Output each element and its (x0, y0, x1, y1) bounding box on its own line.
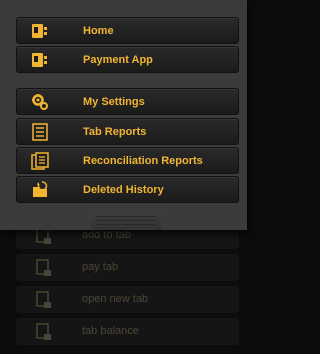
report-icon (32, 123, 48, 141)
menu-item-label: Reconciliation Reports (83, 155, 203, 167)
tab-balance-button[interactable]: tab balance (16, 318, 239, 345)
deleted-history-icon (33, 181, 48, 197)
handle-grip-line (96, 220, 156, 221)
menu-item-home[interactable]: Home (16, 17, 239, 44)
menu-item-tab-reports[interactable]: Tab Reports (16, 118, 239, 145)
pay-tab-button[interactable]: pay tab (16, 254, 239, 281)
menu-item-payment-app[interactable]: Payment App (16, 46, 239, 73)
tab-balance-icon (36, 323, 51, 340)
menu-item-label: Home (83, 25, 114, 37)
settings-icon (32, 94, 48, 110)
menu-item-deleted-history[interactable]: Deleted History (16, 176, 239, 203)
open-tab-icon (36, 291, 51, 308)
menu-item-label: Payment App (83, 54, 153, 66)
menu-item-label: Deleted History (83, 184, 164, 196)
reconciliation-report-icon (31, 152, 49, 170)
pay-tab-label: pay tab (82, 261, 119, 273)
handle-grip-line (96, 216, 156, 217)
handle-grip-line (96, 224, 156, 225)
menu-item-my-settings[interactable]: My Settings (16, 88, 239, 115)
menu-item-label: My Settings (83, 96, 145, 108)
pay-tab-icon (36, 259, 51, 276)
menu-item-label: Tab Reports (83, 126, 147, 138)
open-new-tab-label: open new tab (82, 293, 149, 305)
home-icon (32, 24, 47, 38)
drawer-handle[interactable] (91, 211, 161, 230)
payment-app-icon (32, 53, 47, 67)
menu-item-reconciliation-reports[interactable]: Reconciliation Reports (16, 147, 239, 174)
tab-balance-label: tab balance (82, 325, 139, 337)
open-new-tab-button[interactable]: open new tab (16, 286, 239, 313)
navigation-drawer: Home Payment App My Settings Tab Reports (0, 0, 247, 230)
